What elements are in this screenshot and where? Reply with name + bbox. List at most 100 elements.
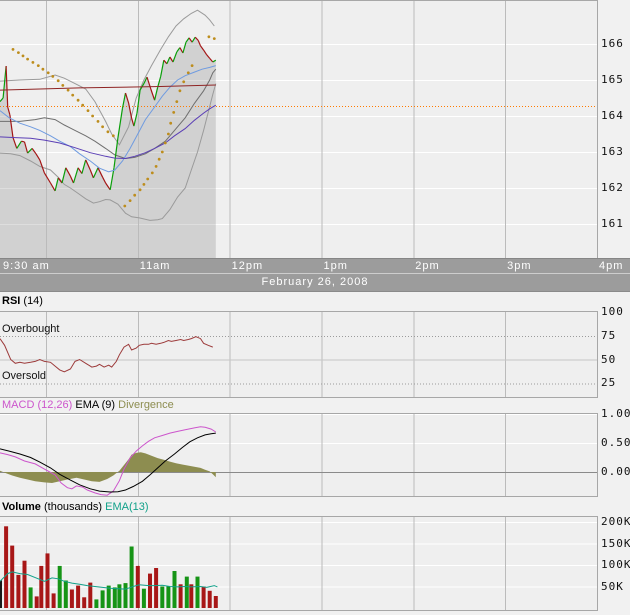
y-axis-label: 100K bbox=[601, 558, 630, 571]
sar-dot bbox=[133, 194, 136, 197]
volume-title: Volume (thousands) EMA(13) bbox=[2, 498, 149, 516]
sar-dot bbox=[172, 111, 175, 114]
y-axis-label: 25 bbox=[601, 376, 616, 389]
sar-dot bbox=[155, 165, 158, 168]
sar-dot bbox=[129, 199, 132, 202]
volume-bar bbox=[189, 584, 193, 608]
date-bar: February 26, 2008 bbox=[0, 274, 630, 292]
stock-chart-screen: 9:30 am11am12pm1pm2pm3pm4pm February 26,… bbox=[0, 0, 630, 615]
sar-dot bbox=[175, 100, 178, 103]
volume-chart bbox=[0, 516, 598, 611]
panel-title-part: (14) bbox=[20, 295, 43, 307]
y-axis-label: 1.00 bbox=[601, 407, 630, 420]
volume-bar bbox=[94, 599, 98, 608]
time-axis-label: 2pm bbox=[415, 260, 439, 272]
sar-dot bbox=[146, 178, 149, 181]
sar-dot bbox=[179, 89, 182, 92]
rsi-title: RSI (14) bbox=[2, 292, 43, 310]
sar-dot bbox=[17, 51, 20, 54]
y-axis-label: 0.50 bbox=[601, 436, 630, 449]
panel-title-part: EMA(13) bbox=[102, 501, 148, 513]
y-axis-label: 50K bbox=[601, 580, 624, 593]
y-axis-label: 100 bbox=[601, 305, 624, 318]
panel-title-part: Volume bbox=[2, 501, 41, 513]
volume-bar bbox=[117, 584, 121, 608]
volume-bar bbox=[23, 561, 27, 608]
sar-dot bbox=[47, 71, 50, 74]
rsi-chart bbox=[0, 311, 598, 398]
sar-dot bbox=[32, 61, 35, 64]
volume-bar bbox=[124, 583, 128, 608]
sar-dot bbox=[213, 37, 216, 40]
volume-bar bbox=[130, 547, 134, 609]
volume-bar bbox=[39, 566, 43, 608]
sar-dot bbox=[22, 55, 25, 58]
sar-dot bbox=[139, 188, 142, 191]
sar-dot bbox=[143, 183, 146, 186]
volume-bar bbox=[0, 581, 2, 609]
sar-dot bbox=[187, 71, 190, 74]
sar-dot bbox=[67, 89, 70, 92]
time-axis-label: 4pm bbox=[599, 260, 623, 272]
time-axis-label: 12pm bbox=[232, 260, 264, 272]
volume-bar bbox=[16, 575, 20, 608]
time-axis-label: 3pm bbox=[507, 260, 531, 272]
sar-dot bbox=[71, 94, 74, 97]
sar-dot bbox=[51, 75, 54, 78]
sar-dot bbox=[208, 35, 211, 38]
oversold-label: Oversold bbox=[2, 370, 46, 382]
panel-title-part: RSI bbox=[2, 295, 20, 307]
volume-plot bbox=[0, 516, 598, 611]
sar-dot bbox=[37, 64, 40, 67]
y-axis-label: 50 bbox=[601, 353, 616, 366]
volume-bar bbox=[208, 591, 212, 608]
sar-dot bbox=[112, 134, 115, 137]
y-axis-label: 161 bbox=[601, 217, 624, 230]
volume-bar bbox=[185, 577, 189, 608]
y-axis-label: 75 bbox=[601, 329, 616, 342]
volume-bar bbox=[35, 596, 39, 608]
y-axis-label: 0.00 bbox=[601, 465, 630, 478]
sar-dot bbox=[182, 80, 185, 83]
volume-bar bbox=[107, 586, 111, 608]
time-axis-label: 1pm bbox=[323, 260, 347, 272]
overbought-label: Overbought bbox=[2, 323, 59, 335]
volume-bar bbox=[64, 581, 68, 609]
sar-dot bbox=[77, 99, 80, 102]
y-axis-label: 163 bbox=[601, 145, 624, 158]
time-axis-label: 11am bbox=[140, 260, 171, 272]
volume-bar bbox=[202, 587, 206, 609]
volume-bar bbox=[160, 587, 164, 609]
volume-bar bbox=[4, 526, 8, 608]
sar-dot bbox=[91, 115, 94, 118]
volume-bar bbox=[52, 593, 56, 608]
y-axis-label: 166 bbox=[601, 37, 624, 50]
panel-title-part: Divergence bbox=[115, 399, 174, 411]
sar-dot bbox=[26, 58, 29, 61]
volume-bar bbox=[154, 568, 158, 608]
y-axis-label: 164 bbox=[601, 109, 624, 122]
volume-bar bbox=[113, 587, 117, 608]
panel-title-part: MACD (12,26) bbox=[2, 399, 72, 411]
sar-dot bbox=[81, 104, 84, 107]
volume-bar bbox=[10, 546, 14, 608]
y-axis-label: 162 bbox=[601, 181, 624, 194]
sar-dot bbox=[12, 48, 15, 51]
volume-bar bbox=[29, 587, 33, 608]
volume-bar bbox=[179, 584, 183, 608]
time-axis-bar: 9:30 am11am12pm1pm2pm3pm4pm bbox=[0, 258, 630, 273]
macd-chart bbox=[0, 413, 598, 497]
volume-bar bbox=[142, 589, 146, 608]
sar-dot bbox=[191, 64, 194, 67]
volume-bar bbox=[101, 590, 105, 608]
sar-dot bbox=[169, 122, 172, 125]
volume-bar bbox=[136, 566, 140, 608]
sar-dot bbox=[57, 79, 60, 82]
y-axis-label: 150K bbox=[601, 537, 630, 550]
sar-dot bbox=[164, 142, 167, 145]
volume-bar bbox=[148, 574, 152, 608]
volume-bar bbox=[76, 586, 80, 608]
date-label: February 26, 2008 bbox=[262, 276, 369, 288]
volume-bar bbox=[70, 590, 74, 609]
macd-plot bbox=[0, 413, 598, 497]
